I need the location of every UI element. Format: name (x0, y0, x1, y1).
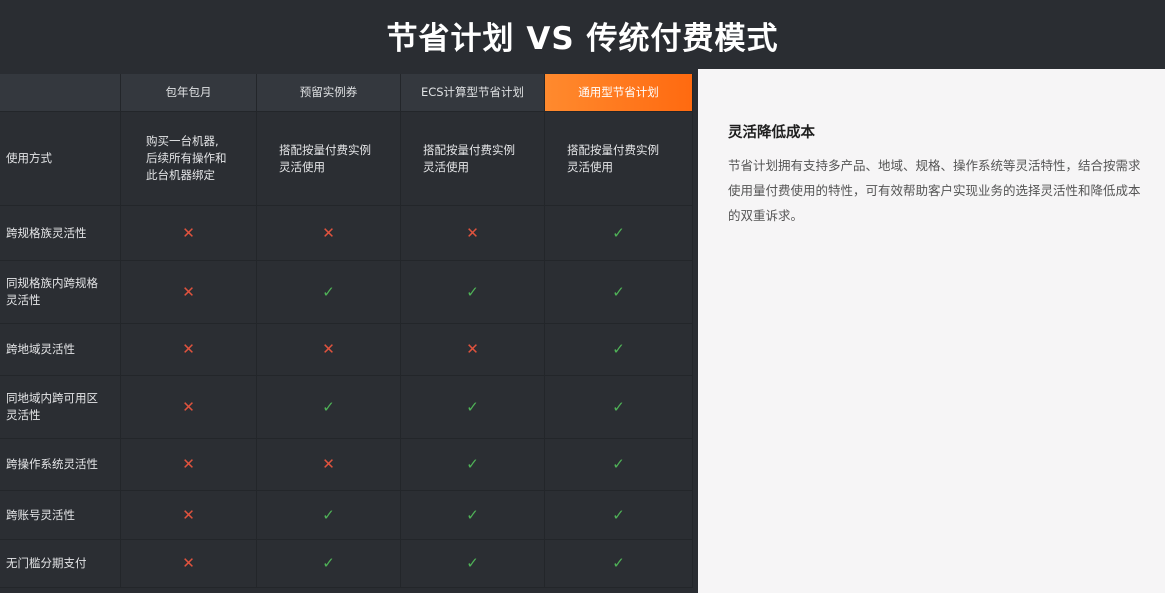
mark-cell-ecs-savings-plan: ✕ (401, 324, 545, 376)
check-icon: ✓ (612, 282, 625, 301)
mark-cell-ecs-savings-plan: ✓ (401, 439, 545, 491)
mark-cell-ecs-savings-plan: ✓ (401, 540, 545, 588)
row-label: 跨操作系统灵活性 (0, 439, 121, 491)
cross-icon: ✕ (182, 340, 195, 358)
usage-cell-reserved-instance: 搭配按量付费实例 灵活使用 (257, 112, 401, 206)
check-icon: ✓ (466, 282, 479, 301)
mark-cell-reserved-instance: ✓ (257, 261, 401, 324)
panel-description: 节省计划拥有支持多产品、地域、规格、操作系统等灵活特性，结合按需求使用量付费使用… (728, 158, 1141, 223)
row-label-line: 跨账号灵活性 (6, 507, 75, 522)
table-header-ecs-savings-plan: ECS计算型节省计划 (401, 74, 545, 112)
comparison-table: 包年包月 预留实例券 ECS计算型节省计划 通用型节省计划 使用方式 购买一台机… (0, 74, 693, 588)
row-label: 跨规格族灵活性 (0, 206, 121, 261)
usage-line: 灵活使用 (423, 159, 469, 174)
mark-cell-reserved-instance: ✕ (257, 439, 401, 491)
row-label-line: 同地域内跨可用区 (6, 391, 98, 405)
mark-cell-general-savings-plan: ✓ (545, 439, 693, 491)
mark-cell-subscription: ✕ (121, 376, 257, 439)
check-icon: ✓ (322, 505, 335, 524)
row-label: 跨地域灵活性 (0, 324, 121, 376)
cross-icon: ✕ (466, 340, 479, 358)
cross-icon: ✕ (322, 223, 335, 242)
check-icon: ✓ (612, 554, 625, 572)
row-label-usage: 使用方式 (0, 112, 121, 206)
usage-line: 搭配按量付费实例 (567, 142, 659, 157)
mark-cell-general-savings-plan: ✓ (545, 261, 693, 324)
row-label-line: 跨地域灵活性 (6, 342, 75, 356)
mark-cell-general-savings-plan: ✓ (545, 206, 693, 261)
usage-cell-subscription: 购买一台机器, 后续所有操作和 此台机器绑定 (121, 112, 257, 206)
mark-cell-reserved-instance: ✕ (257, 324, 401, 376)
mark-cell-general-savings-plan: ✓ (545, 491, 693, 540)
mark-cell-ecs-savings-plan: ✕ (401, 206, 545, 261)
check-icon: ✓ (612, 397, 625, 416)
row-label: 同规格族内跨规格 灵活性 (0, 261, 121, 324)
cross-icon: ✕ (182, 554, 195, 572)
mark-cell-ecs-savings-plan: ✓ (401, 376, 545, 439)
table-header-reserved-instance: 预留实例券 (257, 74, 401, 112)
check-icon: ✓ (466, 505, 479, 524)
check-icon: ✓ (322, 397, 335, 416)
row-label: 同地域内跨可用区 灵活性 (0, 376, 121, 439)
info-panel: 灵活降低成本 节省计划拥有支持多产品、地域、规格、操作系统等灵活特性，结合按需求… (698, 69, 1165, 593)
table-header-general-savings-plan: 通用型节省计划 (545, 74, 693, 112)
cross-icon: ✕ (182, 397, 195, 416)
row-label: 跨账号灵活性 (0, 491, 121, 540)
mark-cell-general-savings-plan: ✓ (545, 324, 693, 376)
row-label-line: 灵活性 (6, 408, 41, 422)
mark-cell-subscription: ✕ (121, 540, 257, 588)
table-header-empty (0, 74, 121, 112)
cross-icon: ✕ (466, 223, 479, 242)
mark-cell-ecs-savings-plan: ✓ (401, 261, 545, 324)
row-label-line: 无门槛分期支付 (6, 556, 87, 570)
row-label: 无门槛分期支付 (0, 540, 121, 588)
mark-cell-reserved-instance: ✓ (257, 376, 401, 439)
check-icon: ✓ (612, 455, 625, 473)
mark-cell-subscription: ✕ (121, 439, 257, 491)
mark-cell-subscription: ✕ (121, 261, 257, 324)
usage-line: 此台机器绑定 (146, 168, 215, 182)
check-icon: ✓ (466, 455, 479, 473)
cross-icon: ✕ (182, 223, 195, 242)
mark-cell-reserved-instance: ✓ (257, 540, 401, 588)
usage-line: 后续所有操作和 (146, 151, 227, 165)
cross-icon: ✕ (182, 505, 195, 524)
panel-title: 灵活降低成本 (728, 125, 815, 141)
mark-cell-subscription: ✕ (121, 206, 257, 261)
usage-line: 搭配按量付费实例 (423, 142, 515, 157)
check-icon: ✓ (612, 340, 625, 358)
check-icon: ✓ (466, 397, 479, 416)
mark-cell-ecs-savings-plan: ✓ (401, 491, 545, 540)
page: 节省计划 VS 传统付费模式 包年包月 预留实例券 ECS计算型节省计划 通用型… (0, 0, 1165, 593)
mark-cell-reserved-instance: ✕ (257, 206, 401, 261)
check-icon: ✓ (322, 282, 335, 301)
cross-icon: ✕ (182, 455, 195, 473)
row-label-line: 灵活性 (6, 293, 41, 307)
mark-cell-reserved-instance: ✓ (257, 491, 401, 540)
cross-icon: ✕ (322, 340, 335, 358)
row-label-line: 跨操作系统灵活性 (6, 457, 98, 471)
mark-cell-subscription: ✕ (121, 324, 257, 376)
cross-icon: ✕ (322, 455, 335, 473)
cross-icon: ✕ (182, 282, 195, 301)
mark-cell-general-savings-plan: ✓ (545, 540, 693, 588)
usage-line: 灵活使用 (279, 159, 325, 174)
mark-cell-subscription: ✕ (121, 491, 257, 540)
check-icon: ✓ (612, 223, 625, 242)
usage-line: 购买一台机器, (146, 134, 219, 148)
row-label-line: 同规格族内跨规格 (6, 276, 98, 290)
table-header-subscription: 包年包月 (121, 74, 257, 112)
check-icon: ✓ (322, 554, 335, 572)
row-label-line: 跨规格族灵活性 (6, 225, 87, 240)
page-title: 节省计划 VS 传统付费模式 (386, 20, 779, 57)
usage-cell-general-savings-plan: 搭配按量付费实例 灵活使用 (545, 112, 693, 206)
usage-line: 搭配按量付费实例 (279, 142, 371, 157)
mark-cell-general-savings-plan: ✓ (545, 376, 693, 439)
check-icon: ✓ (466, 554, 479, 572)
check-icon: ✓ (612, 505, 625, 524)
usage-line: 灵活使用 (567, 159, 613, 174)
usage-cell-ecs-savings-plan: 搭配按量付费实例 灵活使用 (401, 112, 545, 206)
